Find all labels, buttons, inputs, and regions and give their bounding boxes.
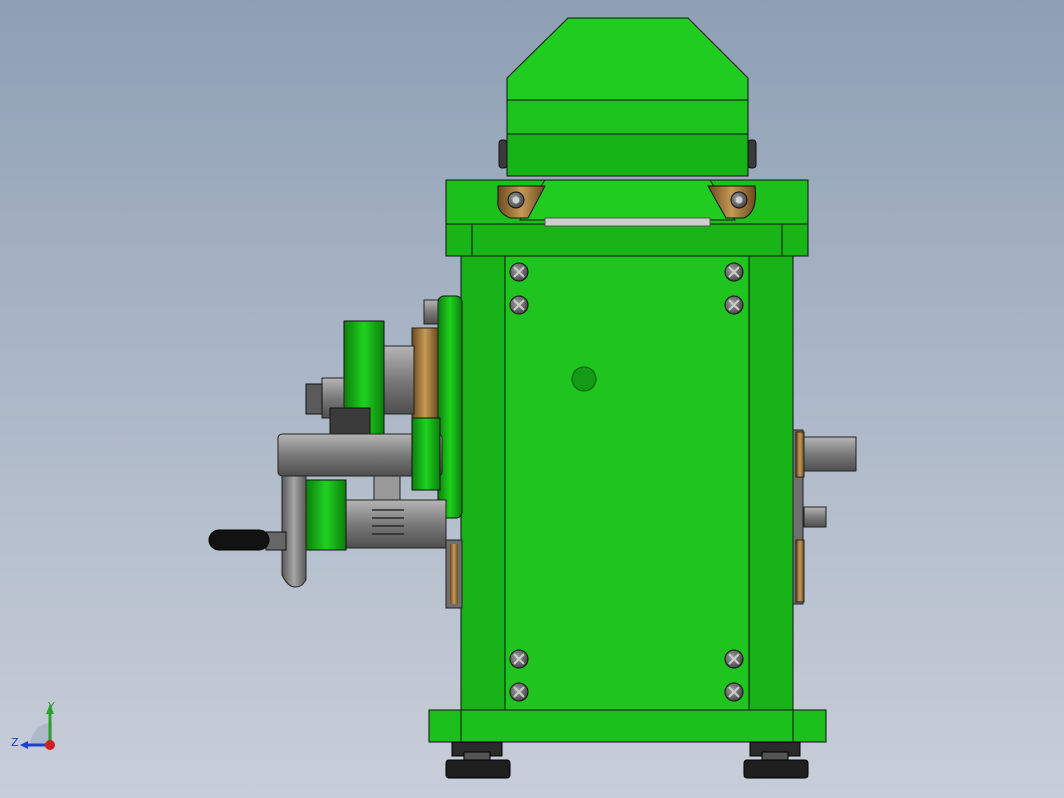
screw: [509, 682, 529, 702]
leveling-foot-right: [743, 741, 809, 779]
screw: [724, 262, 744, 282]
x-axis: [45, 740, 55, 750]
right-side-shafts: [792, 429, 857, 605]
cad-viewport[interactable]: Y Z: [0, 0, 1064, 798]
screw: [509, 649, 529, 669]
main-housing: [460, 255, 794, 711]
screw: [509, 295, 529, 315]
motor-cover: [498, 17, 757, 177]
screw: [509, 262, 529, 282]
y-axis-label: Y: [47, 700, 55, 713]
leveling-foot-left: [445, 741, 511, 779]
screw: [724, 295, 744, 315]
base-plate: [428, 709, 827, 743]
orientation-triad: Y Z: [11, 700, 55, 750]
z-axis-label: Z: [11, 736, 19, 749]
screw: [724, 682, 744, 702]
screw: [724, 649, 744, 669]
clamp-block: [445, 179, 809, 257]
left-side-mechanism: [208, 295, 463, 609]
